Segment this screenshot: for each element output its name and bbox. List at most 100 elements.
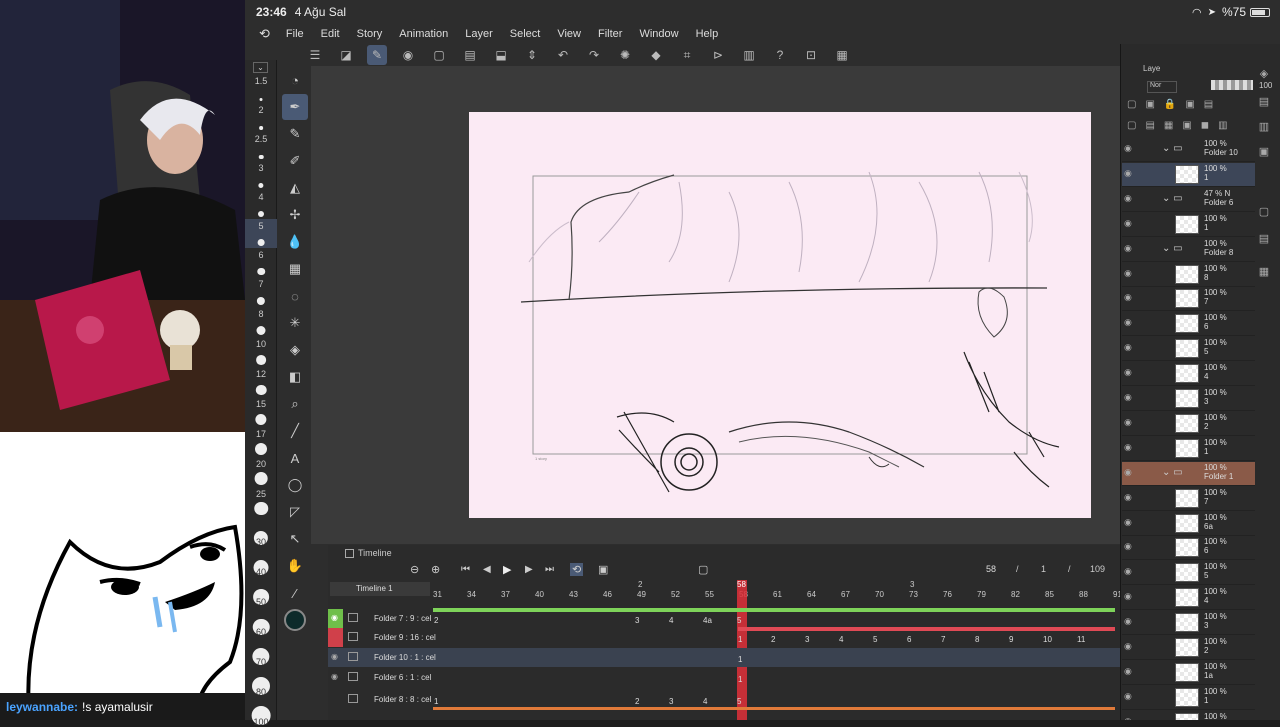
canvas-settings-icon[interactable]: ⊡ bbox=[801, 45, 821, 65]
eye-icon[interactable]: ◉ bbox=[1124, 317, 1132, 328]
panel-side-icon[interactable]: ▥ bbox=[1255, 120, 1273, 138]
timeline-row-folder8[interactable]: Folder 8 : 8 : cel 1 2 3 4 5 bbox=[328, 690, 1120, 710]
hand-tool-icon[interactable]: ✋ bbox=[282, 553, 308, 579]
balloon-tool-icon[interactable]: ◯ bbox=[282, 472, 308, 498]
blend-tool-icon[interactable]: 💧 bbox=[282, 229, 308, 255]
menu-select[interactable]: Select bbox=[510, 28, 541, 40]
operation-tool-icon[interactable]: ↖ bbox=[282, 526, 308, 552]
pen-tool-icon[interactable]: ✒ bbox=[282, 94, 308, 120]
layer-row[interactable]: ◉ 100 % 1a bbox=[1122, 661, 1255, 685]
layer-row[interactable]: ◉ 100 % 1 bbox=[1122, 162, 1255, 187]
pen-mode-icon[interactable]: ✎ bbox=[367, 45, 387, 65]
brush-size-item[interactable]: 50 bbox=[245, 577, 277, 607]
layer-row[interactable]: ◉ 100 % 3 bbox=[1122, 387, 1255, 411]
layer-row[interactable]: ◉ 100 % bbox=[1122, 711, 1255, 720]
layer-toolbar-row2[interactable]: ▢▤▦▣◼▥ bbox=[1127, 120, 1237, 131]
layer-row[interactable]: ◉ 100 % 7 bbox=[1122, 287, 1255, 312]
eye-dropper-icon[interactable]: ◉ bbox=[398, 45, 418, 65]
brush-size-item[interactable]: 1.5 bbox=[245, 74, 277, 103]
menu-animation[interactable]: Animation bbox=[399, 28, 448, 40]
layer-folder-row[interactable]: ◉ ⌄ ▭ 100 % Folder 8 bbox=[1122, 238, 1255, 262]
menu-layer[interactable]: Layer bbox=[465, 28, 493, 40]
layer-row[interactable]: ◉ 100 % 4 bbox=[1122, 586, 1255, 611]
eye-icon[interactable]: ◉ bbox=[1124, 168, 1132, 179]
layer-folder-row[interactable]: ◉ ⌄ ▭ 47 % N Folder 6 bbox=[1122, 188, 1255, 212]
timeline-row-folder7[interactable]: ◉ Folder 7 : 9 : cel 3 4 4a 5 2 bbox=[328, 608, 1120, 628]
layer-row[interactable]: ◉ 100 % 4 bbox=[1122, 362, 1255, 387]
eye-icon[interactable]: ◉ bbox=[1124, 691, 1132, 702]
prev-frame-icon[interactable]: ◀ bbox=[483, 564, 491, 575]
pencil-tool-icon[interactable]: ✎ bbox=[282, 121, 308, 147]
redo-icon[interactable]: ↷ bbox=[584, 45, 604, 65]
decoration-tool-icon[interactable]: ✢ bbox=[282, 202, 308, 228]
first-frame-icon[interactable]: ⏮ bbox=[461, 564, 470, 575]
eye-icon[interactable]: ◉ bbox=[331, 672, 338, 681]
layers-tab[interactable]: Laye bbox=[1143, 64, 1160, 73]
eye-icon[interactable]: ◉ bbox=[1124, 541, 1132, 552]
brush-size-item[interactable]: 15 bbox=[245, 397, 277, 427]
transform-icon[interactable]: ◪ bbox=[336, 45, 356, 65]
fill-tool-icon[interactable]: ◈ bbox=[282, 337, 308, 363]
magic-wand-icon[interactable]: ✳ bbox=[282, 310, 308, 336]
eye-icon[interactable]: ◉ bbox=[1124, 143, 1132, 154]
brush-size-item[interactable]: 4 bbox=[245, 190, 277, 219]
eye-icon[interactable]: ◉ bbox=[1124, 442, 1132, 453]
last-frame-icon[interactable]: ⏭ bbox=[545, 564, 554, 575]
layer-row[interactable]: ◉ 100 % 2 bbox=[1122, 636, 1255, 660]
eye-icon[interactable]: ◉ bbox=[331, 613, 338, 622]
open-folder-icon[interactable]: ▤ bbox=[460, 45, 480, 65]
next-frame-icon[interactable]: ▶ bbox=[525, 564, 533, 575]
stepper-icon[interactable]: ⇕ bbox=[522, 45, 542, 65]
app-logo-icon[interactable]: ⟲ bbox=[259, 26, 270, 42]
menu-view[interactable]: View bbox=[557, 28, 581, 40]
brush-size-item[interactable]: 10 bbox=[245, 337, 277, 367]
eye-icon[interactable]: ◉ bbox=[1124, 716, 1132, 720]
brush-tool-icon[interactable]: ✐ bbox=[282, 148, 308, 174]
menu-file[interactable]: File bbox=[286, 28, 304, 40]
eye-icon[interactable]: ◉ bbox=[1124, 367, 1132, 378]
brush-size-item[interactable]: 3 bbox=[245, 161, 277, 190]
timeline-row-folder10[interactable]: ◉ Folder 10 : 1 : cel 1 bbox=[328, 648, 1120, 667]
brush-size-item[interactable]: 25 bbox=[245, 487, 277, 517]
layer-toolbar-row1[interactable]: ▢▣🔒▣▤ bbox=[1127, 99, 1222, 110]
onion-skin-icon[interactable]: ▢ bbox=[698, 563, 708, 576]
frame-tool-icon[interactable]: ◸ bbox=[282, 499, 308, 525]
move-layer-icon[interactable]: ◔ bbox=[282, 67, 308, 93]
brush-size-item[interactable]: 12 bbox=[245, 367, 277, 397]
brush-size-item[interactable]: 80 bbox=[245, 667, 277, 697]
layer-folder-row[interactable]: ◉ ⌄ ▭ 100 % Folder 1 bbox=[1122, 461, 1255, 486]
line-tool-icon[interactable]: ╱ bbox=[282, 418, 308, 444]
new-cel-icon[interactable]: ▣ bbox=[598, 563, 608, 576]
zoom-in-icon[interactable]: ⊕ bbox=[431, 563, 440, 576]
opacity-slider[interactable] bbox=[1211, 80, 1253, 90]
brush-size-item[interactable]: 40 bbox=[245, 547, 277, 577]
flip-icon[interactable]: ⊳ bbox=[708, 45, 728, 65]
layer-row[interactable]: ◉ 100 % 8 bbox=[1122, 263, 1255, 287]
figure-tool-icon[interactable]: ▦ bbox=[282, 256, 308, 282]
loading-icon[interactable]: ✺ bbox=[615, 45, 635, 65]
eye-icon[interactable]: ◉ bbox=[1124, 392, 1132, 403]
folder-icon[interactable]: ⌄ ▭ bbox=[1162, 193, 1183, 204]
timeline-row-folder9[interactable]: Folder 9 : 16 : cel 1 2 3 4 5 6 7 8 9 10… bbox=[328, 627, 1120, 647]
layer-row[interactable]: ◉ 100 % 2 bbox=[1122, 412, 1255, 436]
eye-icon[interactable]: ◉ bbox=[1124, 218, 1132, 229]
text-tool-icon[interactable]: A bbox=[282, 445, 308, 471]
undo-icon[interactable]: ↶ bbox=[553, 45, 573, 65]
layer-row[interactable]: ◉ 100 % 1 bbox=[1122, 213, 1255, 237]
layer-row[interactable]: ◉ 100 % 1 bbox=[1122, 686, 1255, 710]
layer-row[interactable]: ◉ 100 % 6 bbox=[1122, 536, 1255, 561]
layer-row[interactable]: ◉ 100 % 5 bbox=[1122, 337, 1255, 362]
brush-size-item[interactable]: 17 bbox=[245, 427, 277, 457]
drawing-canvas[interactable]: 1 story bbox=[469, 112, 1091, 518]
crop-icon[interactable]: ⌗ bbox=[677, 45, 697, 65]
layer-row[interactable]: ◉ 100 % 5 bbox=[1122, 561, 1255, 586]
menu-window[interactable]: Window bbox=[639, 28, 678, 40]
eye-icon[interactable]: ◉ bbox=[1124, 566, 1132, 577]
brush-size-item[interactable]: 30 bbox=[245, 517, 277, 547]
eye-icon[interactable]: ◉ bbox=[1124, 616, 1132, 627]
folder-icon[interactable]: ⌄ ▭ bbox=[1162, 243, 1183, 254]
folder-icon[interactable]: ⌄ ▭ bbox=[1162, 467, 1183, 478]
timeline-name-box[interactable]: Timeline 1 bbox=[330, 582, 430, 596]
page-icon[interactable]: ▥ bbox=[739, 45, 759, 65]
panel-side-icon[interactable]: ◈ bbox=[1255, 67, 1273, 85]
